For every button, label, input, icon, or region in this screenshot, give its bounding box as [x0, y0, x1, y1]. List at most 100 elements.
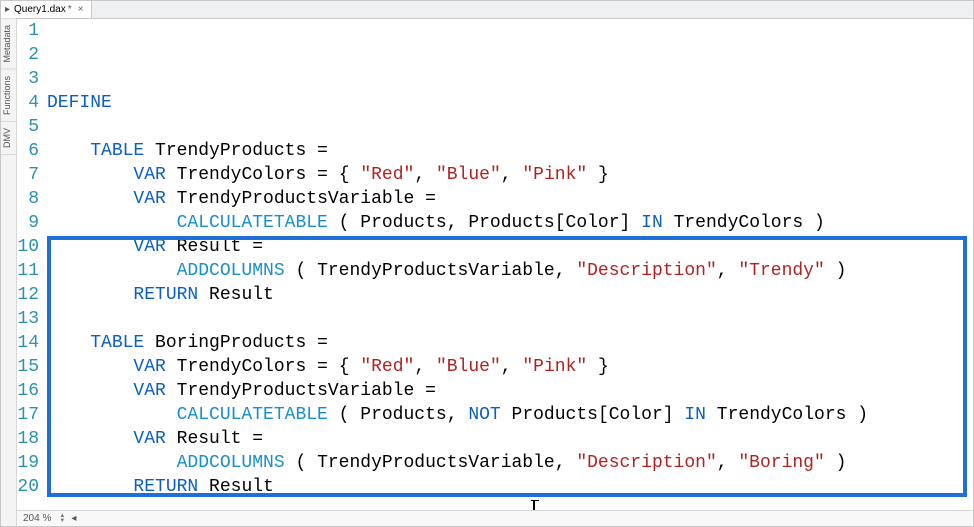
token-kw: NOT — [468, 405, 500, 425]
close-icon[interactable]: × — [76, 5, 86, 15]
token-sp — [47, 213, 177, 233]
token-sp — [47, 333, 90, 353]
zoom-slider-icon[interactable]: ◂ — [71, 513, 76, 524]
token-sp — [630, 213, 641, 233]
line-number: 19 — [17, 451, 39, 475]
token-sp — [166, 237, 177, 257]
side-tab-metadata[interactable]: Metadata — [1, 19, 16, 70]
token-sp — [47, 189, 133, 209]
code-line[interactable]: VAR TrendyProductsVariable = — [45, 379, 973, 403]
token-str: "Description" — [576, 453, 716, 473]
zoom-down-icon[interactable]: ▼ — [59, 519, 65, 524]
token-kw: VAR — [133, 429, 165, 449]
file-tab[interactable]: ▸ Query1.dax* × — [1, 1, 92, 18]
line-number: 14 — [17, 331, 39, 355]
token-id: TrendyProductsVariable — [177, 189, 415, 209]
line-number: 20 — [17, 475, 39, 499]
token-sp — [306, 165, 317, 185]
side-tab-functions[interactable]: Functions — [1, 70, 16, 122]
code-line[interactable]: TABLE TrendyProducts = — [45, 139, 973, 163]
token-pn: , — [414, 357, 436, 377]
token-sp — [306, 357, 317, 377]
token-pn: ( — [339, 405, 361, 425]
code-line[interactable]: VAR TrendyColors = { "Red", "Blue", "Pin… — [45, 163, 973, 187]
line-number: 15 — [17, 355, 39, 379]
token-kw: RETURN — [133, 477, 198, 497]
token-sp — [166, 357, 177, 377]
token-kw: TABLE — [90, 333, 144, 353]
code-line[interactable]: ADDCOLUMNS ( TrendyProductsVariable, "De… — [45, 451, 973, 475]
token-str: "Pink" — [522, 357, 587, 377]
code-line[interactable]: RETURN Result — [45, 283, 973, 307]
token-str: "Blue" — [436, 165, 501, 185]
token-pn: ( — [295, 453, 317, 473]
token-id: Products[Color] — [512, 405, 674, 425]
token-sp — [47, 285, 133, 305]
token-pn: , — [717, 261, 739, 281]
token-sp — [198, 477, 209, 497]
token-pn: , — [414, 165, 436, 185]
token-pn: , — [447, 213, 469, 233]
token-id: TrendyProductsVariable — [177, 381, 415, 401]
line-number: 10 — [17, 235, 39, 259]
token-sp — [47, 429, 133, 449]
token-sp — [328, 165, 339, 185]
code-line[interactable]: RETURN Result — [45, 475, 973, 499]
line-number: 8 — [17, 187, 39, 211]
token-str: "Pink" — [522, 165, 587, 185]
code-line[interactable] — [45, 499, 973, 510]
token-sp — [328, 213, 339, 233]
token-sp — [47, 261, 177, 281]
code-line[interactable]: VAR Result = — [45, 235, 973, 259]
token-id: TrendyProductsVariable — [317, 453, 555, 473]
editor-wrap: 1234567891011121314151617181920 DEFINE T… — [17, 19, 973, 526]
code-line[interactable]: CALCULATETABLE ( Products, NOT Products[… — [45, 403, 973, 427]
side-tab-dmv[interactable]: DMV — [1, 122, 16, 155]
token-kw: IN — [684, 405, 706, 425]
token-pn: ) — [846, 405, 868, 425]
token-id: Products — [360, 213, 446, 233]
code-line[interactable]: VAR TrendyColors = { "Red", "Blue", "Pin… — [45, 355, 973, 379]
code-line[interactable] — [45, 307, 973, 331]
token-pn: = — [425, 381, 436, 401]
token-id: Result — [177, 237, 242, 257]
code-line[interactable] — [45, 115, 973, 139]
line-number: 1 — [17, 19, 39, 43]
zoom-spinner[interactable]: ▲ ▼ — [59, 514, 65, 524]
token-pn: { — [339, 165, 361, 185]
token-sp — [414, 189, 425, 209]
code-line[interactable]: DEFINE — [45, 91, 973, 115]
token-kw: IN — [641, 213, 663, 233]
line-gutter: 1234567891011121314151617181920 — [17, 19, 45, 510]
code-line[interactable]: ADDCOLUMNS ( TrendyProductsVariable, "De… — [45, 259, 973, 283]
token-kw: VAR — [133, 165, 165, 185]
line-number: 5 — [17, 115, 39, 139]
token-kw: DEFINE — [47, 93, 112, 113]
token-id: TrendyProductsVariable — [317, 261, 555, 281]
token-sp — [285, 261, 296, 281]
token-sp — [47, 501, 133, 510]
code-area[interactable]: DEFINE TABLE TrendyProducts = VAR Trendy… — [45, 19, 973, 510]
token-sp — [501, 405, 512, 425]
token-str: "Trendy" — [738, 261, 824, 281]
token-str: "Boring" — [738, 453, 824, 473]
token-kw: VAR — [133, 237, 165, 257]
code-line[interactable]: CALCULATETABLE ( Products, Products[Colo… — [45, 211, 973, 235]
token-pn: , — [555, 261, 577, 281]
line-number: 13 — [17, 307, 39, 331]
code-editor[interactable]: 1234567891011121314151617181920 DEFINE T… — [17, 19, 973, 510]
token-sp — [241, 429, 252, 449]
code-line[interactable]: TABLE BoringProducts = — [45, 331, 973, 355]
token-str: "Blue" — [436, 357, 501, 377]
code-line[interactable]: VAR TrendyProductsVariable = — [45, 187, 973, 211]
token-pn: = — [317, 165, 328, 185]
token-fn: ADDCOLUMNS — [177, 453, 285, 473]
token-pn: , — [447, 405, 469, 425]
code-line[interactable]: VAR Result = — [45, 427, 973, 451]
token-sp — [144, 333, 155, 353]
tab-bar: ▸ Query1.dax* × — [1, 1, 973, 19]
token-id: TrendyColors — [674, 213, 804, 233]
token-id: Products[Color] — [468, 213, 630, 233]
token-sp — [285, 453, 296, 473]
zoom-level: 204 % — [23, 513, 51, 524]
